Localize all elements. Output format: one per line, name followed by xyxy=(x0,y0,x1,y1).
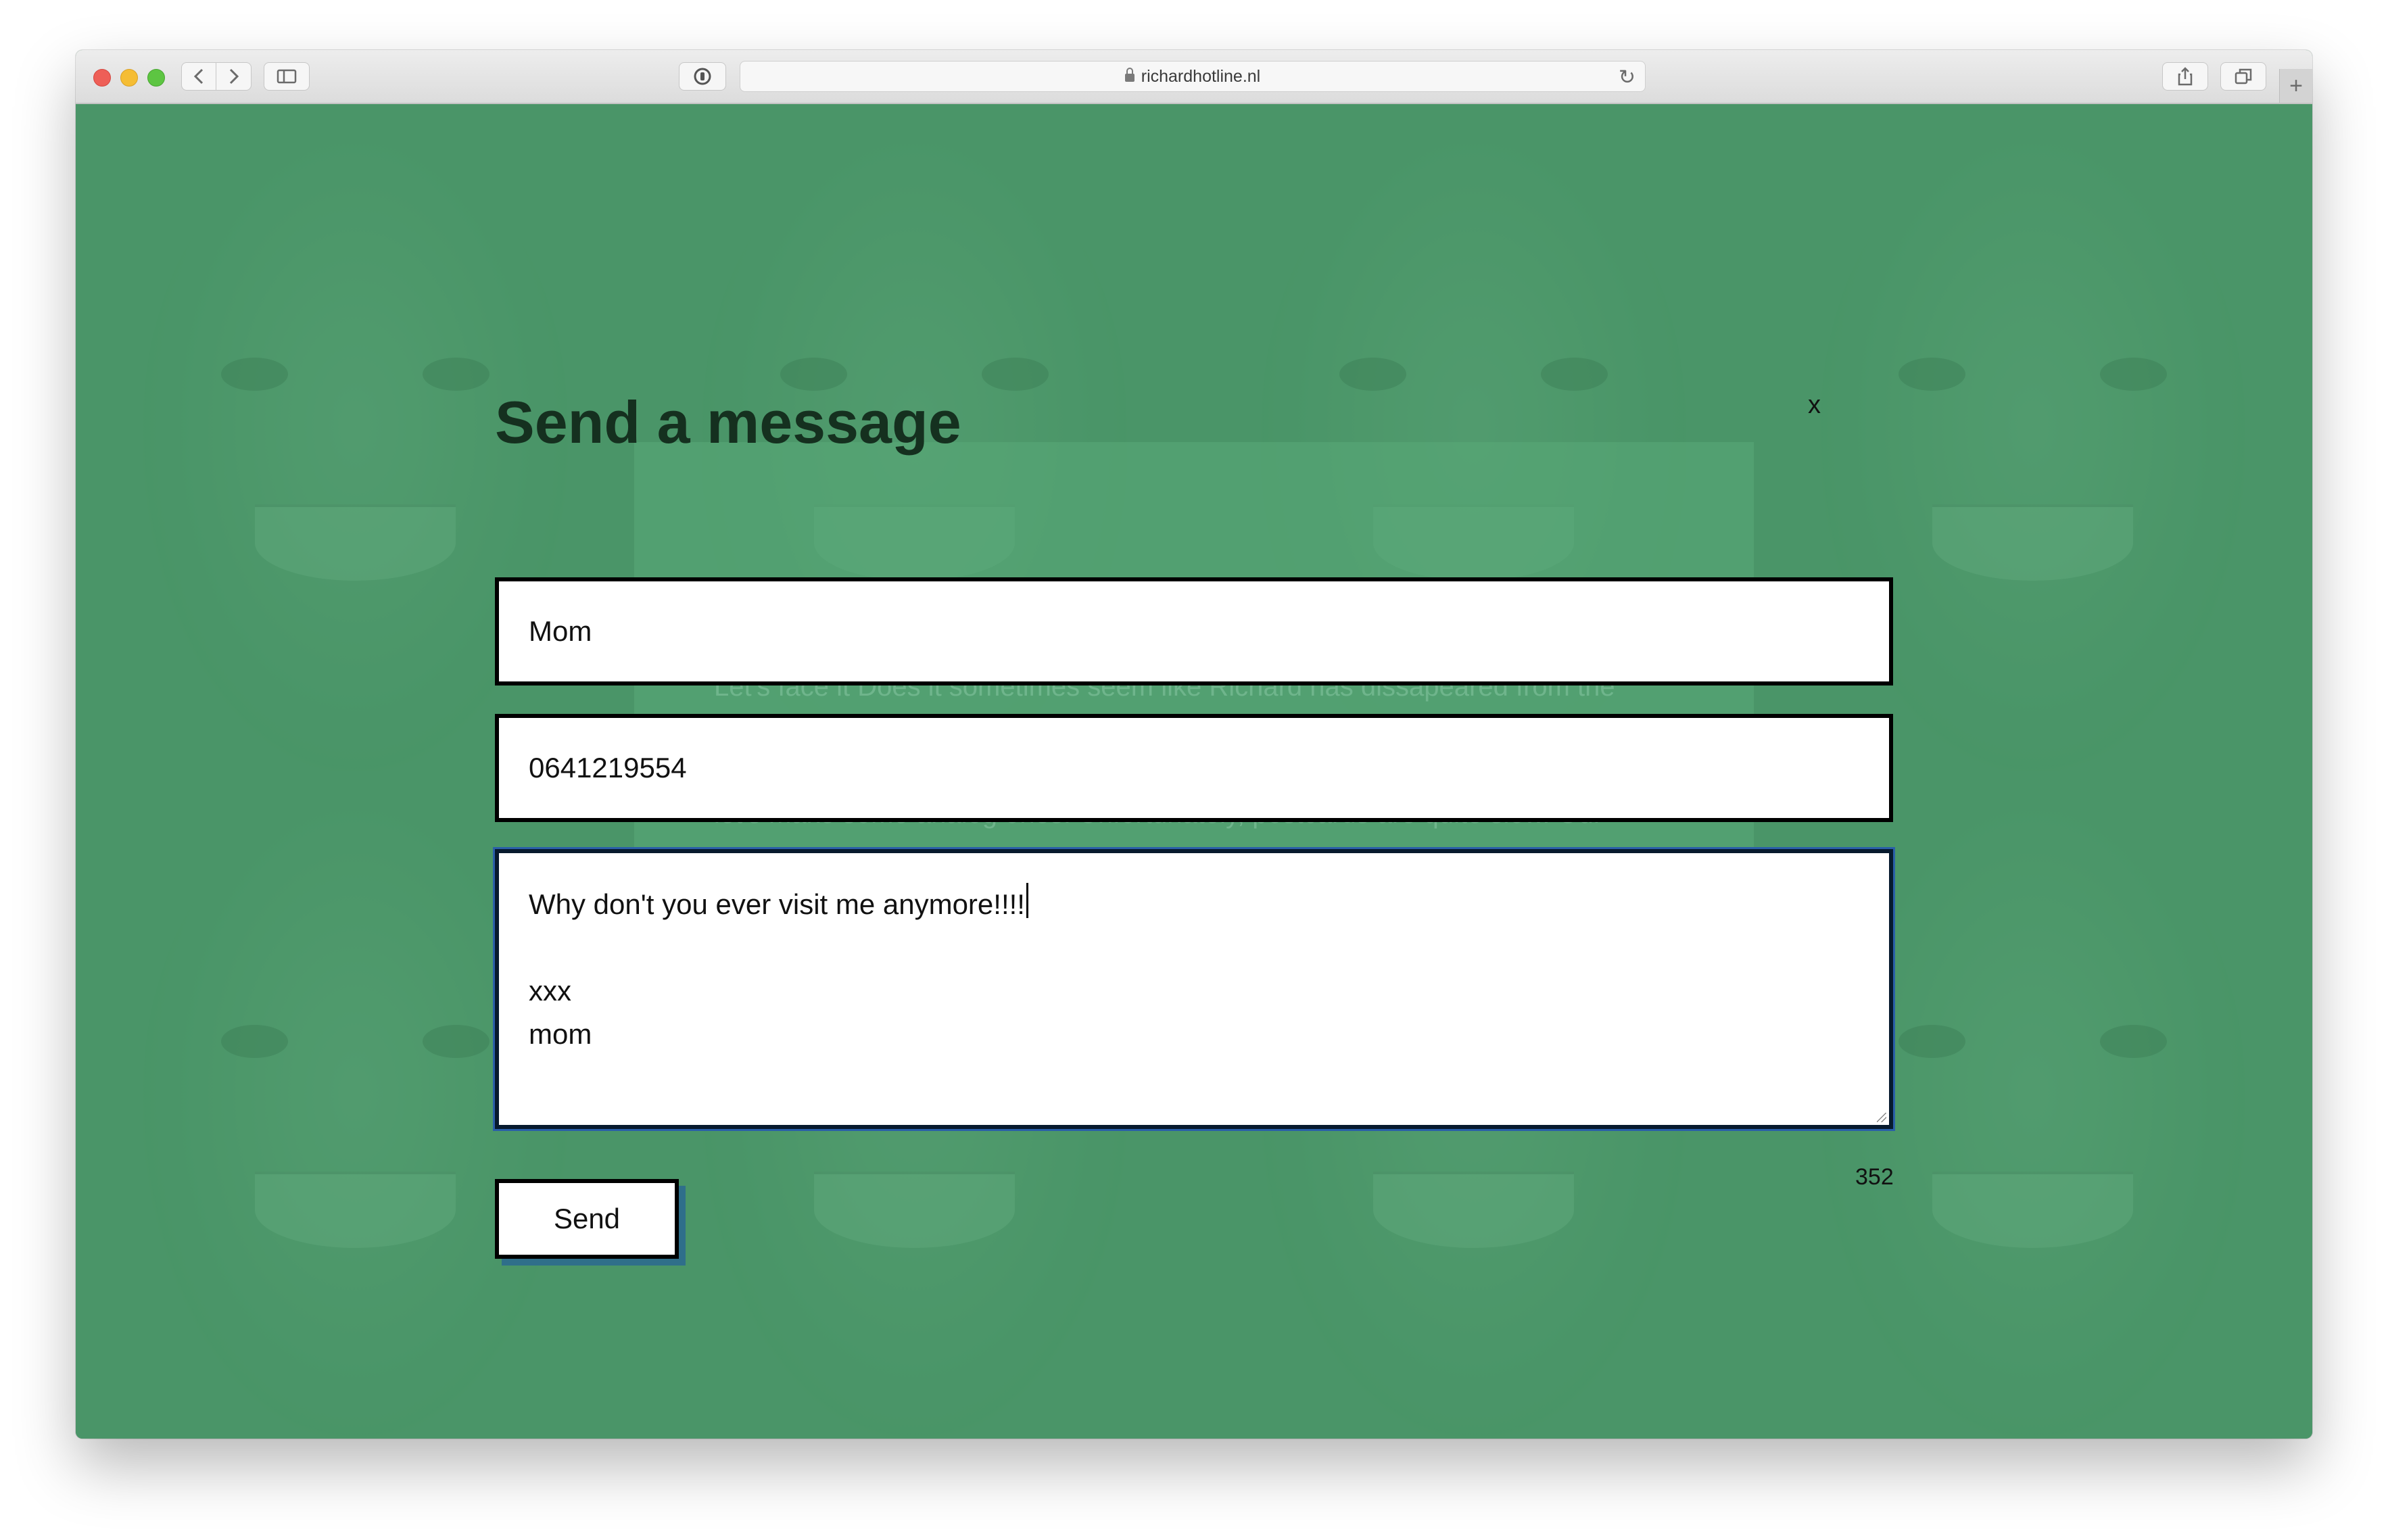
tab-overview-button[interactable] xyxy=(2220,62,2266,91)
chevron-left-icon xyxy=(193,68,204,85)
message-textarea-value: Why don't you ever visit me anymore!!!! … xyxy=(529,888,1025,1050)
address-bar[interactable]: richardhotline.nl ↻ xyxy=(740,61,1646,92)
plus-icon: + xyxy=(2289,72,2303,99)
chevron-right-icon xyxy=(229,68,239,85)
text-cursor xyxy=(1026,883,1028,918)
sidebar-toggle-button[interactable] xyxy=(264,62,310,91)
close-modal-button[interactable]: x xyxy=(1808,391,1821,420)
resize-handle[interactable] xyxy=(1877,1113,1886,1122)
send-button[interactable]: Send xyxy=(495,1179,679,1259)
tab-overview-icon xyxy=(2235,68,2252,85)
message-textarea[interactable]: Why don't you ever visit me anymore!!!! … xyxy=(495,849,1893,1129)
lock-icon xyxy=(1124,68,1135,82)
privacy-report-button[interactable] xyxy=(679,62,726,91)
privacy-report-icon xyxy=(694,68,711,85)
share-button[interactable] xyxy=(2162,62,2208,91)
share-icon xyxy=(2178,67,2193,86)
name-input-value: Mom xyxy=(529,615,592,647)
close-window-button[interactable] xyxy=(93,69,111,87)
phone-input[interactable]: 0641219554 xyxy=(495,714,1893,822)
browser-window: richardhotline.nl ↻ + Let's face it Does… xyxy=(76,50,2312,1439)
forward-button[interactable] xyxy=(216,62,252,91)
new-tab-button[interactable]: + xyxy=(2279,69,2312,103)
character-counter: 352 xyxy=(1855,1164,1894,1190)
zoom-window-button[interactable] xyxy=(147,69,165,87)
url-text: richardhotline.nl xyxy=(1141,66,1261,86)
back-button[interactable] xyxy=(181,62,216,91)
reload-icon[interactable]: ↻ xyxy=(1619,66,1635,89)
name-input[interactable]: Mom xyxy=(495,577,1893,685)
page-content: Let's face it Does it sometimes seem lik… xyxy=(76,104,2312,1439)
modal-title: Send a message xyxy=(495,389,961,456)
minimize-window-button[interactable] xyxy=(120,69,138,87)
phone-input-value: 0641219554 xyxy=(529,752,687,784)
send-button-label: Send xyxy=(553,1203,621,1234)
sidebar-icon xyxy=(277,69,297,84)
browser-toolbar: richardhotline.nl ↻ + xyxy=(76,50,2312,104)
